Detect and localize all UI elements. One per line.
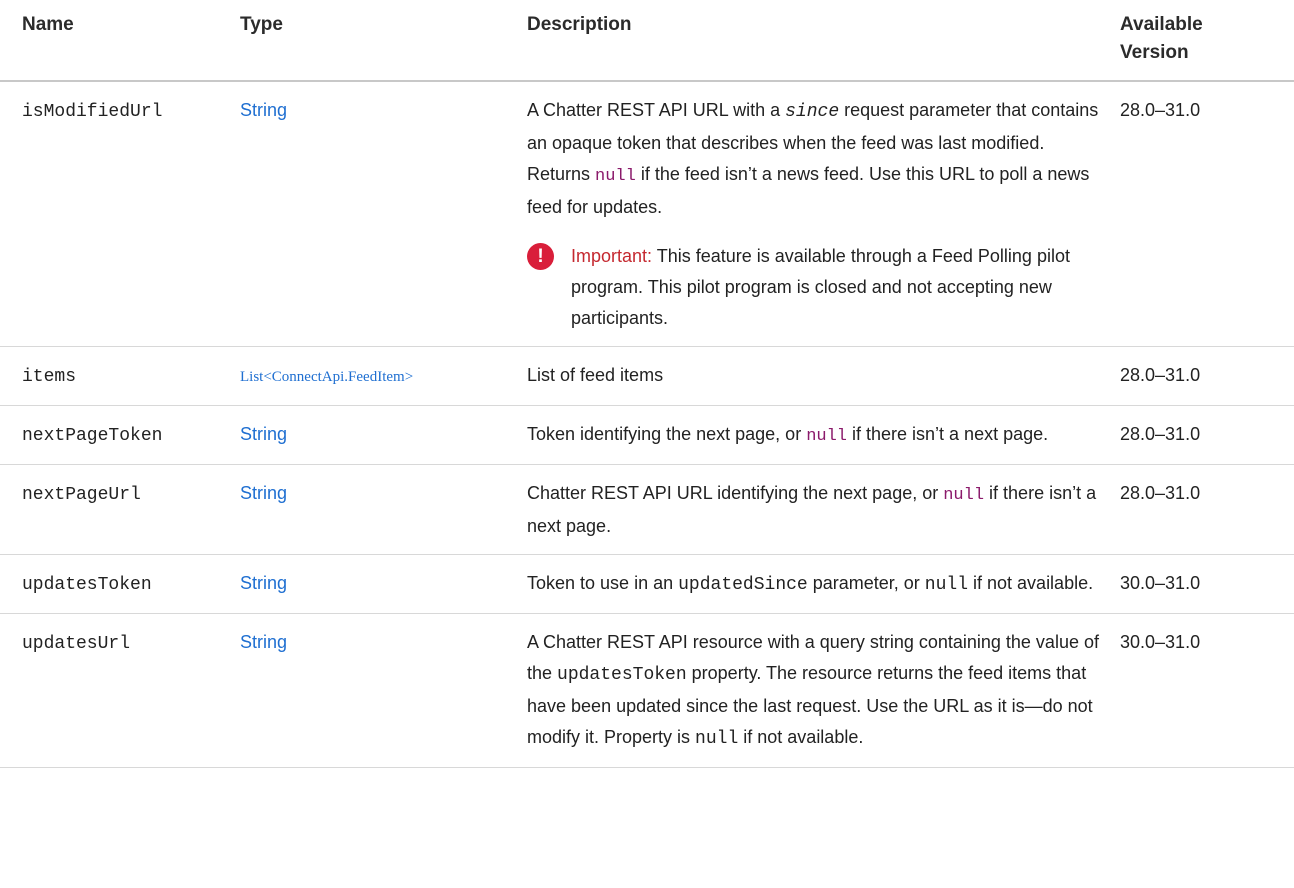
property-description-cell: Token to use in an updatedSince paramete… <box>519 554 1112 614</box>
table-row: updatesUrl String A Chatter REST API res… <box>0 613 1294 768</box>
important-label: Important: <box>571 246 653 266</box>
desc-text: if there isn’t a next page. <box>847 424 1049 444</box>
table-row: items List<ConnectApi.FeedItem> List of … <box>0 346 1294 406</box>
property-name: nextPageToken <box>22 426 163 446</box>
header-type: Type <box>232 0 519 82</box>
header-available-version: Available Version <box>1112 0 1294 82</box>
desc-text: parameter, or <box>807 573 925 593</box>
property-name-cell: updatesUrl <box>0 613 232 768</box>
desc-text: if not available. <box>968 573 1094 593</box>
desc-code: null <box>806 427 847 446</box>
desc-code: null <box>943 486 985 505</box>
desc-code: updatedSince <box>678 575 808 595</box>
type-link[interactable]: String <box>240 483 287 503</box>
property-description-cell: A Chatter REST API resource with a query… <box>519 613 1112 768</box>
property-name: isModifiedUrl <box>22 102 163 122</box>
type-generic-close: > <box>404 369 414 385</box>
version-cell: 28.0–31.0 <box>1112 81 1294 347</box>
exclamation-circle-icon: ! <box>527 243 554 270</box>
type-link[interactable]: List<ConnectApi.FeedItem> <box>240 365 413 385</box>
header-description: Description <box>519 0 1112 82</box>
table-header: Name Type Description Available Version <box>0 0 1294 82</box>
desc-text: Chatter REST API URL identifying the nex… <box>527 483 944 503</box>
desc-text: A Chatter REST API URL with a <box>527 100 786 120</box>
property-description-cell: A Chatter REST API URL with a since requ… <box>519 81 1112 347</box>
property-type-cell: String <box>232 554 519 614</box>
property-description-cell: Token identifying the next page, or null… <box>519 405 1112 465</box>
important-note-body: Important: This feature is available thr… <box>571 241 1104 334</box>
property-name: updatesUrl <box>22 634 131 654</box>
property-name-cell: isModifiedUrl <box>0 81 232 347</box>
version-cell: 28.0–31.0 <box>1112 405 1294 465</box>
table-row: nextPageUrl String Chatter REST API URL … <box>0 464 1294 555</box>
property-name-cell: updatesToken <box>0 554 232 614</box>
desc-code: updatesToken <box>557 665 687 685</box>
property-name-cell: nextPageToken <box>0 405 232 465</box>
table-row: isModifiedUrl String A Chatter REST API … <box>0 81 1294 347</box>
important-note: ! Important: This feature is available t… <box>527 241 1104 334</box>
property-type-cell: String <box>232 464 519 555</box>
desc-code: null <box>695 729 739 749</box>
header-row: Name Type Description Available Version <box>0 0 1294 82</box>
table-row: nextPageToken String Token identifying t… <box>0 405 1294 465</box>
property-type-cell: List<ConnectApi.FeedItem> <box>232 346 519 406</box>
type-generic-open: List< <box>240 369 272 385</box>
desc-code: null <box>595 167 636 186</box>
version-cell: 28.0–31.0 <box>1112 464 1294 555</box>
version-cell: 28.0–31.0 <box>1112 346 1294 406</box>
property-type-cell: String <box>232 613 519 768</box>
type-link[interactable]: String <box>240 632 287 652</box>
version-cell: 30.0–31.0 <box>1112 613 1294 768</box>
version-cell: 30.0–31.0 <box>1112 554 1294 614</box>
property-type-cell: String <box>232 81 519 347</box>
property-description: A Chatter REST API URL with a since requ… <box>527 95 1104 223</box>
desc-text: Token to use in an <box>527 573 679 593</box>
header-name: Name <box>0 0 232 82</box>
property-name: updatesToken <box>22 575 152 595</box>
type-link[interactable]: String <box>240 424 287 444</box>
desc-code: null <box>924 575 969 595</box>
property-name: nextPageUrl <box>22 485 141 505</box>
property-name-cell: items <box>0 346 232 406</box>
type-link[interactable]: String <box>240 573 287 593</box>
desc-code: since <box>785 102 840 122</box>
header-version-line2: Version <box>1120 42 1189 63</box>
desc-text: Token identifying the next page, or <box>527 424 807 444</box>
table-body: isModifiedUrl String A Chatter REST API … <box>0 81 1294 768</box>
properties-table: Name Type Description Available Version i… <box>0 0 1294 768</box>
desc-text: if not available. <box>738 727 864 747</box>
table-row: updatesToken String Token to use in an u… <box>0 554 1294 614</box>
property-description-cell: Chatter REST API URL identifying the nex… <box>519 464 1112 555</box>
type-link-text: ConnectApi.FeedItem <box>271 369 405 385</box>
property-name-cell: nextPageUrl <box>0 464 232 555</box>
header-version-line1: Available <box>1120 14 1203 35</box>
property-description-cell: List of feed items <box>519 346 1112 406</box>
property-name: items <box>22 367 77 387</box>
property-type-cell: String <box>232 405 519 465</box>
type-link[interactable]: String <box>240 100 287 120</box>
